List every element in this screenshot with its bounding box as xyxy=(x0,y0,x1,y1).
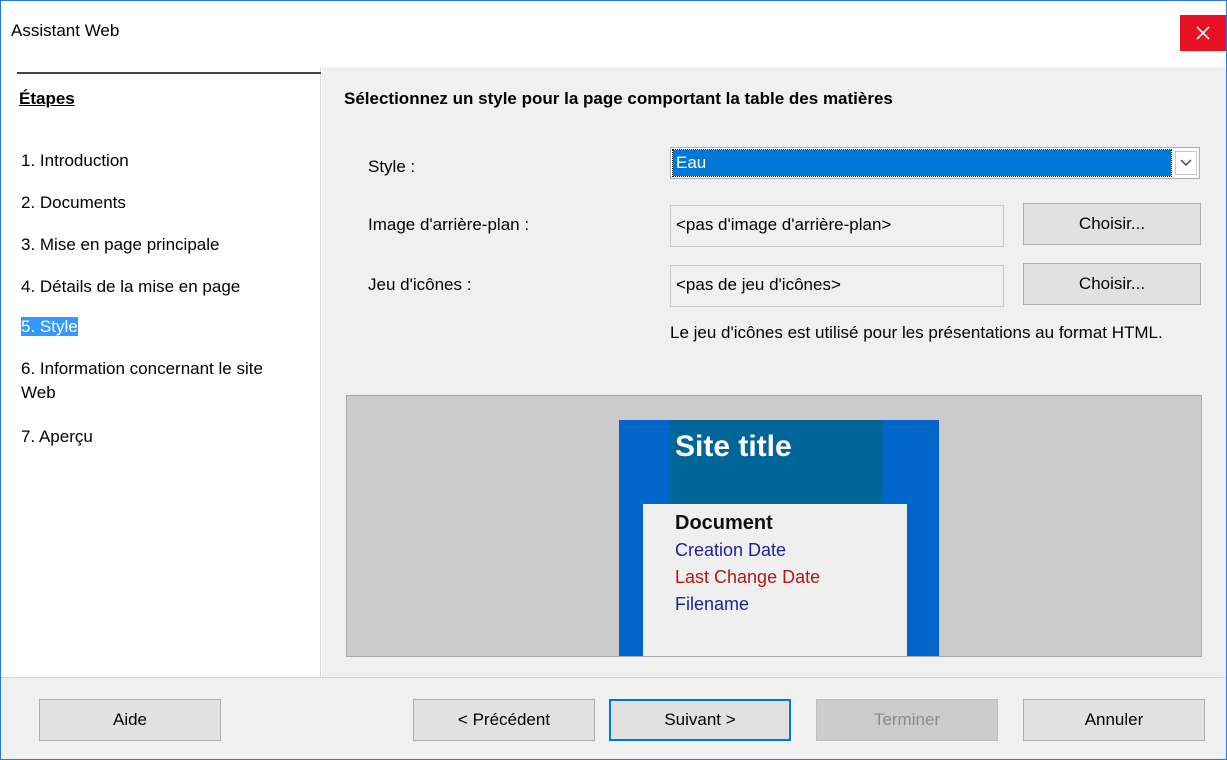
steps-sidebar: Étapes 1. Introduction 2. Documents 3. M… xyxy=(1,67,321,677)
style-preview: Site title Document Creation Date Last C… xyxy=(346,395,1202,657)
preview-last-change-date: Last Change Date xyxy=(675,567,821,587)
page-title: Sélectionnez un style pour la page compo… xyxy=(344,89,893,108)
background-image-field: <pas d'image d'arrière-plan> xyxy=(670,205,1004,247)
steps-heading: Étapes xyxy=(19,89,75,108)
choose-icon-set-button[interactable]: Choisir... xyxy=(1023,263,1201,305)
finish-button[interactable]: Terminer xyxy=(816,699,998,741)
preview-document: Document xyxy=(675,512,773,534)
icon-set-note: Le jeu d'icônes est utilisé pour les pré… xyxy=(670,323,1163,342)
wizard-window: Assistant Web Étapes 1. Introduction 2. … xyxy=(0,0,1227,760)
step-introduction[interactable]: 1. Introduction xyxy=(21,149,311,173)
close-icon xyxy=(1196,26,1210,40)
footer-bar: Aide < Précédent Suivant > Terminer Annu… xyxy=(1,677,1226,759)
style-select[interactable]: Eau xyxy=(670,147,1200,179)
chevron-down-icon[interactable] xyxy=(1175,151,1197,175)
step-style[interactable]: 5. Style xyxy=(21,315,311,339)
main-panel: Sélectionnez un style pour la page compo… xyxy=(322,67,1226,677)
step-preview[interactable]: 7. Aperçu xyxy=(21,425,311,449)
style-label: Style : xyxy=(368,157,416,176)
choose-background-button[interactable]: Choisir... xyxy=(1023,203,1201,245)
icon-set-field: <pas de jeu d'icônes> xyxy=(670,265,1004,307)
style-select-value: Eau xyxy=(672,149,1172,177)
preview-creation-date: Creation Date xyxy=(675,540,787,560)
step-main-layout[interactable]: 3. Mise en page principale xyxy=(21,233,311,257)
preview-filename: Filename xyxy=(675,594,750,614)
title-bar: Assistant Web xyxy=(1,1,1226,67)
cancel-button[interactable]: Annuler xyxy=(1023,699,1205,741)
step-site-info[interactable]: 6. Information concernant le site Web xyxy=(21,357,301,405)
background-image-label: Image d'arrière-plan : xyxy=(368,215,530,234)
step-documents[interactable]: 2. Documents xyxy=(21,191,311,215)
window-title: Assistant Web xyxy=(11,21,120,40)
step-layout-details[interactable]: 4. Détails de la mise en page xyxy=(21,275,311,299)
close-button[interactable] xyxy=(1180,15,1226,51)
previous-button[interactable]: < Précédent xyxy=(413,699,595,741)
next-button[interactable]: Suivant > xyxy=(609,699,791,741)
preview-site-title: Site title xyxy=(675,430,792,463)
sidebar-divider xyxy=(17,72,321,74)
icon-set-label: Jeu d'icônes : xyxy=(368,275,472,294)
help-button[interactable]: Aide xyxy=(39,699,221,741)
